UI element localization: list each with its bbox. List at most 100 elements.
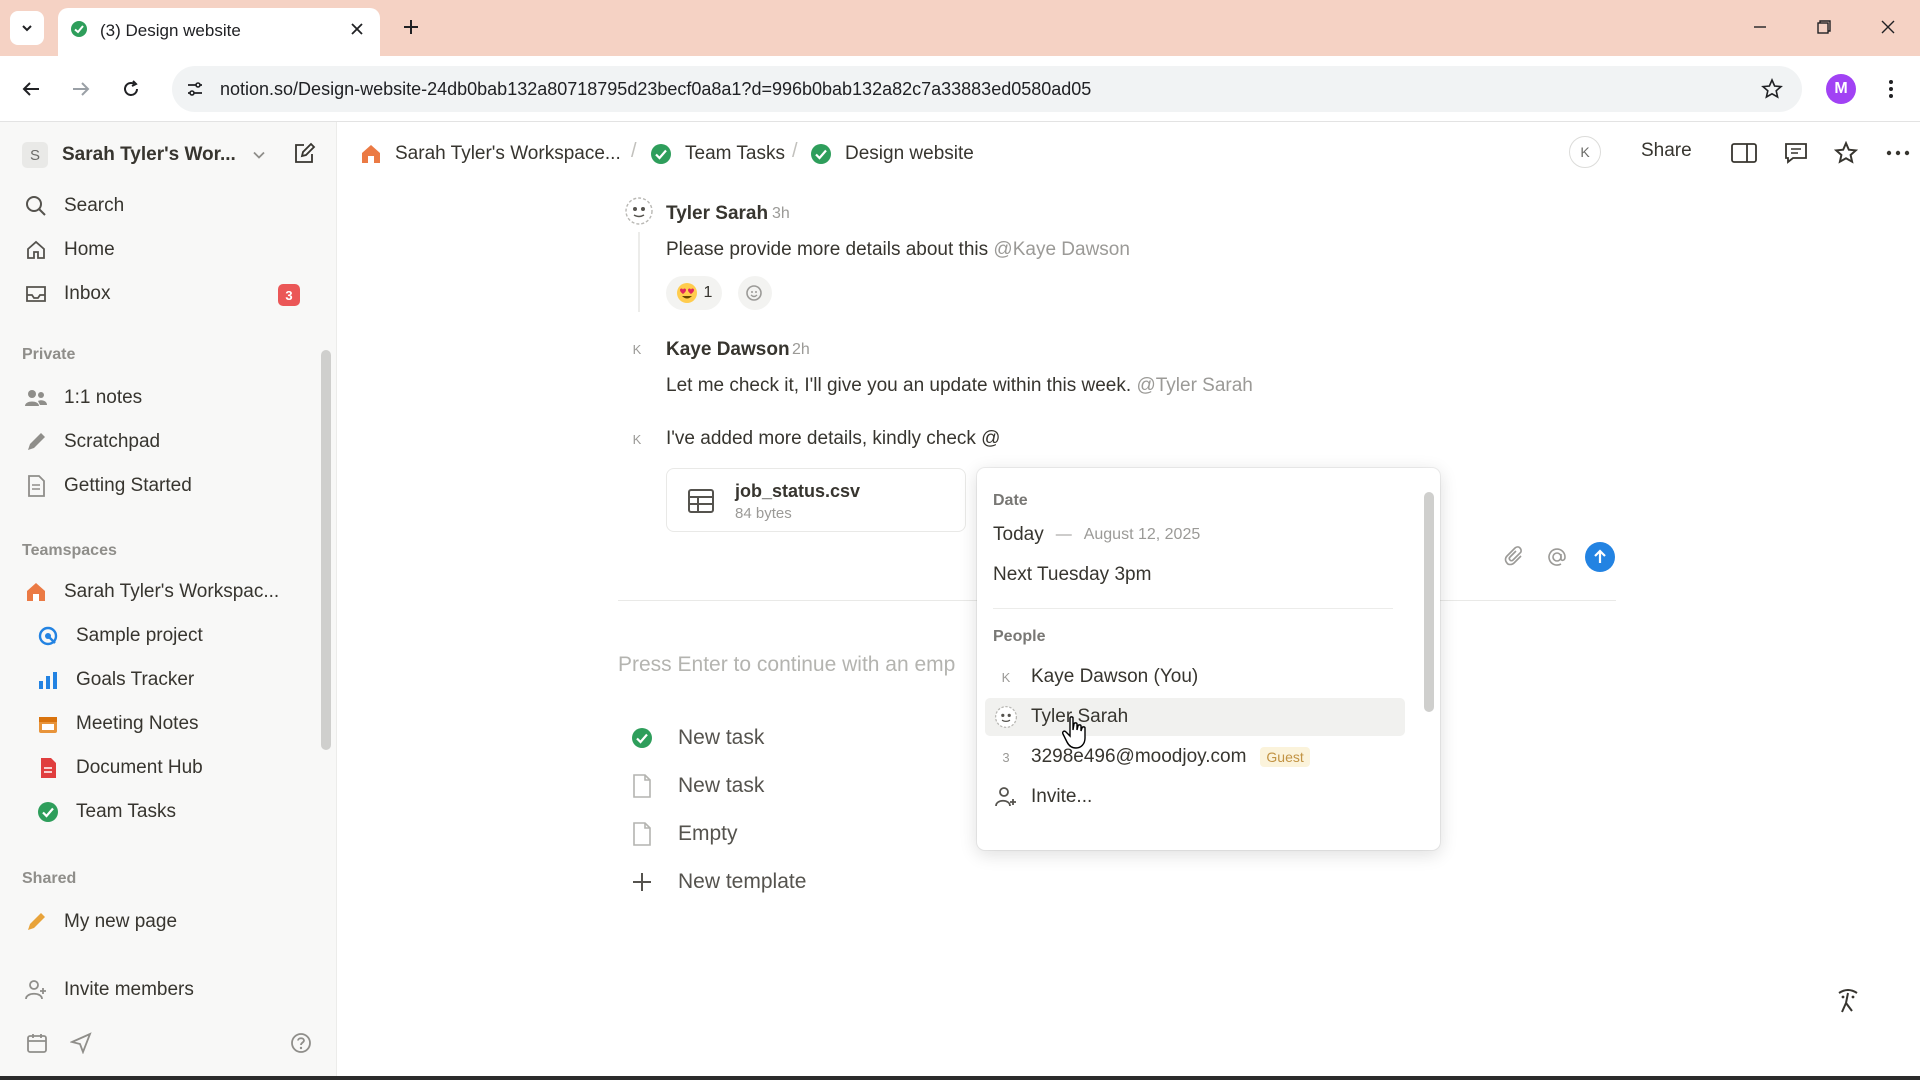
tab-search-button[interactable] <box>10 11 44 45</box>
plus-icon <box>404 20 418 34</box>
send-comment-button[interactable] <box>1585 542 1615 572</box>
sidebar-item-my-new-page[interactable]: My new page <box>22 904 322 940</box>
browser-tab-active[interactable]: (3) Design website <box>58 8 380 56</box>
browser-tab-bar: (3) Design website <box>0 0 1920 56</box>
mention-button[interactable] <box>1542 542 1572 572</box>
invite-members-button[interactable]: Invite members <box>22 972 322 1008</box>
breadcrumb-team-tasks[interactable]: Team Tasks <box>649 140 785 168</box>
sidebar-item-sample-project[interactable]: Sample project <box>34 618 334 654</box>
date-today-value: August 12, 2025 <box>1083 526 1201 543</box>
comment-author[interactable]: Kaye Dawson <box>666 339 790 361</box>
guest-badge: Guest <box>1260 747 1310 767</box>
person-avatar-icon <box>993 704 1019 730</box>
sidebar-item-document-hub[interactable]: Document Hub <box>34 750 334 786</box>
share-button[interactable]: Share <box>1641 140 1692 162</box>
pencil-icon <box>22 908 50 936</box>
date-option-next-tuesday[interactable]: Next Tuesday 3pm <box>985 556 1405 594</box>
minimize-button[interactable] <box>1740 12 1780 42</box>
invite-option[interactable]: Invite... <box>985 778 1405 816</box>
site-info-button[interactable] <box>184 78 206 100</box>
person-option-kaye-dawson[interactable]: K Kaye Dawson (You) <box>985 658 1405 696</box>
browser-menu-button[interactable] <box>1876 74 1906 104</box>
person-option-tyler-sarah[interactable]: Tyler Sarah <box>985 698 1405 736</box>
chevron-down-icon <box>253 151 265 159</box>
calendar-button[interactable] <box>22 1028 52 1058</box>
screen-bottom-edge <box>0 1076 1920 1080</box>
section-label-private[interactable]: Private <box>22 346 75 364</box>
sidebar-item-1-1-notes[interactable]: 1:1 notes <box>22 380 322 416</box>
popup-section-people: People <box>993 628 1046 645</box>
notion-ai-button[interactable] <box>1830 982 1866 1018</box>
comments-button[interactable] <box>1781 138 1811 168</box>
sidebar-item-meeting-notes[interactable]: Meeting Notes <box>34 706 334 742</box>
chevron-down-icon <box>22 25 32 32</box>
reaction-pill[interactable]: 1 <box>666 276 722 310</box>
sidebar-item-teamspace[interactable]: Sarah Tyler's Workspac... <box>22 574 322 610</box>
popup-scrollbar[interactable] <box>1424 492 1434 832</box>
tab-close-button[interactable] <box>346 18 368 40</box>
minimize-icon <box>1754 26 1766 28</box>
sidebar-item-getting-started[interactable]: Getting Started <box>22 468 322 504</box>
attach-file-button[interactable] <box>1500 542 1530 572</box>
side-peek-button[interactable] <box>1729 138 1759 168</box>
person-option-guest[interactable]: 3 3298e496@moodjoy.com Guest <box>985 738 1405 776</box>
help-button[interactable] <box>286 1028 316 1058</box>
close-window-button[interactable] <box>1868 12 1908 42</box>
mention-link[interactable]: @Kaye Dawson <box>993 239 1130 260</box>
attachment-name: job_status.csv <box>735 481 861 501</box>
sidebar-item-scratchpad[interactable]: Scratchpad <box>22 424 322 460</box>
sidebar-item-inbox[interactable]: Inbox 3 <box>22 276 322 312</box>
section-label-teamspaces[interactable]: Teamspaces <box>22 542 117 560</box>
add-reaction-button[interactable] <box>738 276 772 310</box>
reload-button[interactable] <box>116 74 146 104</box>
forward-button[interactable] <box>66 74 96 104</box>
inbox-count-badge: 3 <box>278 284 300 306</box>
back-button[interactable] <box>16 74 46 104</box>
breadcrumb-label: Design website <box>845 143 974 164</box>
new-tab-button[interactable] <box>398 14 424 40</box>
page-icon <box>628 772 656 800</box>
search-icon <box>22 192 50 220</box>
home-icon <box>22 236 50 264</box>
kaye-dawson-avatar[interactable]: K <box>626 338 648 360</box>
more-options-button[interactable] <box>1883 138 1913 168</box>
sidebar-panel-icon <box>1731 143 1757 163</box>
arrow-up-icon <box>1594 549 1606 563</box>
profile-avatar[interactable]: M <box>1826 74 1856 104</box>
section-label-shared[interactable]: Shared <box>22 870 76 888</box>
collaborator-avatar[interactable]: K <box>1569 136 1601 168</box>
more-vertical-icon <box>1889 80 1893 98</box>
template-item-new-task[interactable]: New task <box>628 768 764 804</box>
inbox-icon <box>22 280 50 308</box>
comment-draft-input[interactable]: I've added more details, kindly check @ <box>666 428 1000 450</box>
mention-link[interactable]: @Tyler Sarah <box>1136 375 1252 396</box>
date-option-today[interactable]: Today — August 12, 2025 <box>985 516 1405 554</box>
sidebar-item-team-tasks[interactable]: Team Tasks <box>34 794 334 830</box>
close-icon <box>1881 20 1895 34</box>
scrollbar-thumb[interactable] <box>1424 492 1434 712</box>
template-item-new-task[interactable]: New task <box>628 720 764 756</box>
sidebar-item-goals-tracker[interactable]: Goals Tracker <box>34 662 334 698</box>
breadcrumb-workspace[interactable]: Sarah Tyler's Workspace... <box>359 140 621 168</box>
new-page-button[interactable] <box>290 140 318 168</box>
check-circle-icon <box>628 724 656 752</box>
comment-author[interactable]: Tyler Sarah <box>666 203 768 225</box>
tyler-sarah-avatar[interactable] <box>624 196 654 226</box>
workspace-switcher[interactable]: S Sarah Tyler's Wor... <box>22 138 272 172</box>
template-item-empty[interactable]: Empty <box>628 816 738 852</box>
invite-members-label: Invite members <box>64 979 194 1000</box>
sidebar-item-home[interactable]: Home <box>22 232 322 268</box>
sidebar-item-search[interactable]: Search <box>22 188 322 224</box>
breadcrumb-design-website[interactable]: Design website <box>809 140 974 168</box>
attachment-card[interactable]: job_status.csv 84 bytes <box>666 468 966 532</box>
bookmark-button[interactable] <box>1760 77 1784 101</box>
restore-button[interactable] <box>1804 12 1844 42</box>
sidebar-item-label: Meeting Notes <box>76 713 199 734</box>
favorite-button[interactable] <box>1831 138 1861 168</box>
template-item-new-template[interactable]: New template <box>628 864 806 900</box>
attachment-size: 84 bytes <box>735 505 792 522</box>
send-feedback-button[interactable] <box>66 1028 96 1058</box>
body-placeholder[interactable]: Press Enter to continue with an emp <box>618 653 955 677</box>
address-bar[interactable]: notion.so/Design-website-24db0bab132a807… <box>172 66 1802 112</box>
browser-toolbar: notion.so/Design-website-24db0bab132a807… <box>0 56 1920 122</box>
